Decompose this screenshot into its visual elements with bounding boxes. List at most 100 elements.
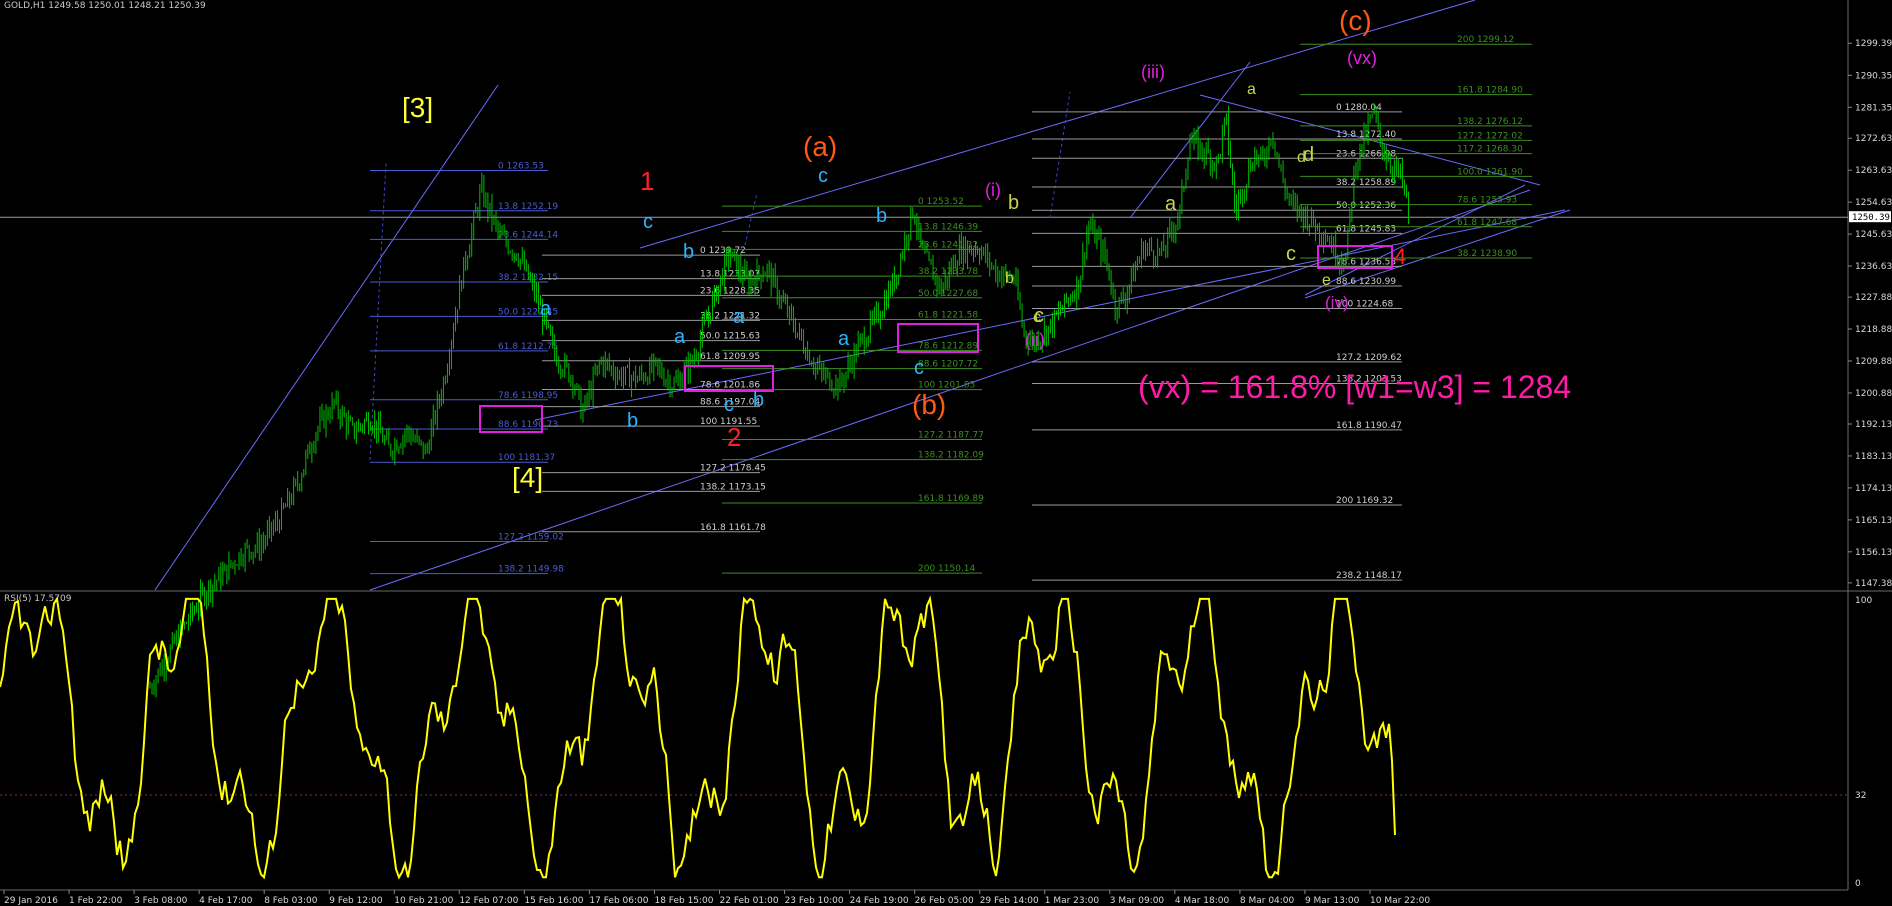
time-tick-label: 9 Feb 12:00 bbox=[329, 896, 383, 906]
fib-level-label: 78.6 1236.53 bbox=[1336, 257, 1396, 267]
wave-label: c bbox=[724, 394, 734, 416]
price-tick-label: 1236.63 bbox=[1855, 262, 1892, 272]
wave-label: a bbox=[674, 326, 686, 348]
fib-level-label: 88.6 1207.72 bbox=[918, 360, 978, 370]
price-tick-label: 1290.35 bbox=[1855, 71, 1892, 81]
fib-level-label: 13.8 1252.19 bbox=[498, 202, 558, 212]
price-tick-label: 1227.88 bbox=[1855, 293, 1892, 303]
fib-level-label: 50.0 1215.63 bbox=[700, 332, 760, 342]
fib-level-label: 61.8 1212.75 bbox=[498, 342, 558, 352]
fib-level-label: 200 1299.12 bbox=[1457, 35, 1514, 45]
wave-label: b bbox=[1005, 270, 1014, 287]
fib-level-label: 0 1239.72 bbox=[700, 246, 746, 256]
wave-label: b bbox=[1008, 192, 1019, 214]
fib-level-label: 23.6 1244.14 bbox=[498, 230, 558, 240]
price-tick-label: 1147.38 bbox=[1855, 579, 1892, 589]
fib-level-label: 61.8 1245.83 bbox=[1336, 224, 1396, 234]
fib-level-label: 127.2 1159.02 bbox=[498, 533, 564, 543]
rsi-level-0: 0 bbox=[1855, 879, 1861, 889]
price-tick-label: 1272.63 bbox=[1855, 134, 1892, 144]
time-tick-label: 10 Feb 21:00 bbox=[394, 896, 453, 906]
fib-level-label: 13.8 1246.39 bbox=[918, 222, 978, 232]
wave-label: c bbox=[643, 211, 653, 233]
time-tick-label: 4 Mar 18:00 bbox=[1175, 896, 1230, 906]
price-tick-label: 1156.13 bbox=[1855, 548, 1892, 558]
price-tick-label: 1299.39 bbox=[1855, 39, 1892, 49]
fib-level-label: 38.2 1258.89 bbox=[1336, 178, 1396, 188]
wave-label: (iii) bbox=[1141, 62, 1165, 82]
wave-label: (iv) bbox=[1325, 293, 1349, 312]
wave-label: [3] bbox=[402, 92, 433, 123]
fib-level-label: 200 1150.14 bbox=[918, 564, 976, 574]
wave-label: b bbox=[683, 241, 694, 263]
fib-level-label: 0 1280.04 bbox=[1336, 103, 1382, 113]
fib-level-label: 161.8 1161.78 bbox=[700, 523, 766, 533]
time-tick-label: 12 Feb 07:00 bbox=[459, 896, 518, 906]
wave-label: b bbox=[627, 410, 638, 432]
price-tick-label: 1254.63 bbox=[1855, 198, 1892, 208]
fib-level-label: 161.8 1190.47 bbox=[1336, 421, 1402, 431]
time-tick-label: 8 Mar 04:00 bbox=[1240, 896, 1295, 906]
time-tick-label: 4 Feb 17:00 bbox=[199, 896, 253, 906]
wave-label: (c) bbox=[1339, 5, 1372, 36]
fib-level-label: 138.2 1173.15 bbox=[700, 482, 766, 492]
wave-label: a bbox=[838, 328, 850, 350]
fib-level-label: 100.0 1261.90 bbox=[1457, 167, 1523, 177]
wave-label: e bbox=[1322, 272, 1331, 289]
time-tick-label: 22 Feb 01:00 bbox=[720, 896, 779, 906]
fib-level-label: 0 1263.53 bbox=[498, 162, 544, 172]
fib-level-label: 61.8 1221.58 bbox=[918, 310, 978, 320]
fib-level-label: 38.2 1238.90 bbox=[1457, 249, 1517, 259]
fib-level-label: 138.2 1149.98 bbox=[498, 565, 564, 575]
wave-label: c bbox=[1286, 243, 1296, 265]
wave-label: b bbox=[876, 205, 887, 227]
price-tick-label: 1200.88 bbox=[1855, 389, 1892, 399]
wave-label: (a) bbox=[803, 131, 837, 162]
time-tick-label: 29 Jan 2016 bbox=[4, 896, 58, 906]
wave-label: 4 bbox=[1394, 244, 1406, 269]
rsi-level-32: 32 bbox=[1855, 791, 1866, 801]
current-price-label: 1250.39 bbox=[1852, 213, 1890, 223]
fib-level-label: 78.6 1198.95 bbox=[498, 391, 558, 401]
fib-level-label: 127.2 1209.62 bbox=[1336, 353, 1402, 363]
time-tick-label: 18 Feb 15:00 bbox=[654, 896, 713, 906]
time-tick-label: 10 Mar 22:00 bbox=[1370, 896, 1430, 906]
wave-label: (b) bbox=[912, 389, 946, 420]
price-tick-label: 1218.88 bbox=[1855, 325, 1892, 335]
fib-level-label: 117.2 1268.30 bbox=[1457, 145, 1523, 155]
price-tick-label: 1281.35 bbox=[1855, 103, 1892, 113]
wave-label: a bbox=[540, 298, 552, 320]
time-tick-label: 3 Mar 09:00 bbox=[1110, 896, 1165, 906]
time-tick-label: 1 Feb 22:00 bbox=[69, 896, 123, 906]
time-tick-label: 26 Feb 05:00 bbox=[915, 896, 974, 906]
time-tick-label: 15 Feb 16:00 bbox=[524, 896, 583, 906]
fib-level-label: 161.8 1169.89 bbox=[918, 494, 984, 504]
wave-label: 1 bbox=[640, 166, 654, 196]
wave-label: 2 bbox=[727, 422, 741, 452]
fib-level-label: 78.6 1201.86 bbox=[700, 380, 760, 390]
fib-level-label: 138.2 1276.12 bbox=[1457, 117, 1523, 127]
fib-level-label: 127.2 1178.45 bbox=[700, 464, 766, 474]
chart-canvas: GOLD,H1 1249.58 1250.01 1248.21 1250.39 … bbox=[0, 0, 1892, 906]
price-tick-label: 1192.13 bbox=[1855, 420, 1892, 430]
symbol-header: GOLD,H1 1249.58 1250.01 1248.21 1250.39 bbox=[4, 1, 206, 11]
fib-level-label: 238.2 1148.17 bbox=[1336, 571, 1402, 581]
wave-label: a bbox=[1165, 193, 1177, 215]
fib-level-label: 127.2 1187.77 bbox=[918, 430, 984, 440]
wave-label: c bbox=[818, 165, 828, 187]
fib-level-label: 61.8 1247.68 bbox=[1457, 218, 1517, 228]
fib-level-label: 88.6 1230.99 bbox=[1336, 277, 1396, 287]
fib-level-label: 78.6 1212.89 bbox=[918, 341, 978, 351]
fib-level-label: 200 1169.32 bbox=[1336, 496, 1393, 506]
fib-level-label: 61.8 1209.95 bbox=[700, 352, 760, 362]
price-tick-label: 1245.63 bbox=[1855, 230, 1892, 240]
fib-level-label: 161.8 1284.90 bbox=[1457, 86, 1523, 96]
time-tick-label: 3 Feb 08:00 bbox=[134, 896, 188, 906]
price-tick-label: 1263.63 bbox=[1855, 166, 1892, 176]
wave-label: a bbox=[1247, 81, 1256, 98]
wave-label: (i) bbox=[985, 180, 1001, 200]
time-tick-label: 23 Feb 10:00 bbox=[785, 896, 844, 906]
time-tick-label: 24 Feb 19:00 bbox=[850, 896, 909, 906]
projection-annotation: (vx) = 161.8% [w1=w3] = 1284 bbox=[1138, 369, 1571, 405]
wave-label: d bbox=[1303, 144, 1314, 166]
